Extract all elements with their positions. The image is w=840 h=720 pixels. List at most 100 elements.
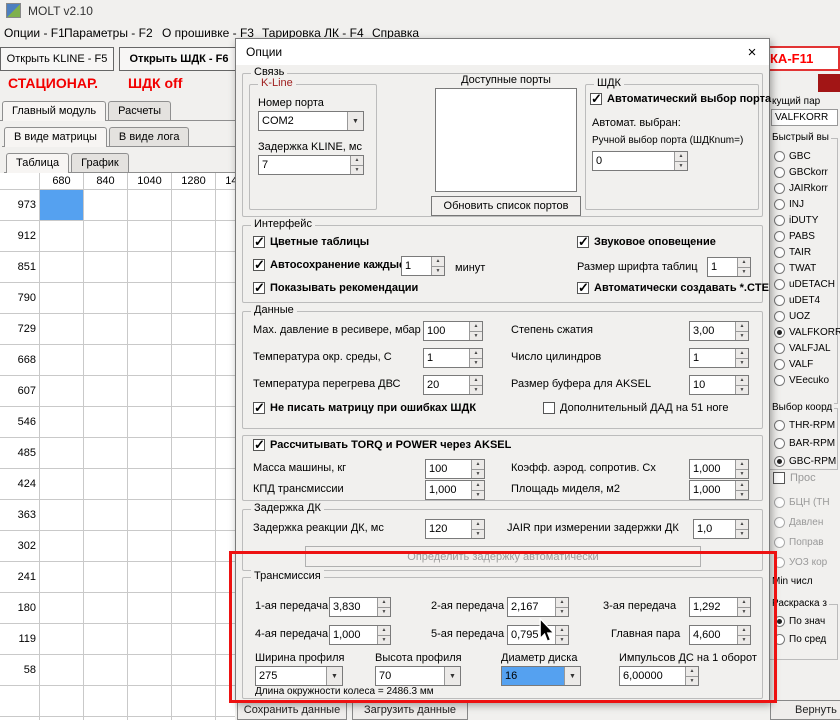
matrix-cell[interactable] [128, 438, 172, 469]
font-size-spinner[interactable]: 1 ▲ ▼ [707, 257, 751, 277]
matrix-cell[interactable] [84, 686, 128, 717]
spinner-arrows-icon[interactable]: ▲ ▼ [471, 481, 484, 499]
radio-option[interactable]: По сред [774, 630, 826, 648]
spinner-arrows-icon[interactable]: ▲ ▼ [431, 257, 444, 275]
radio-option[interactable]: Давлен [774, 512, 830, 532]
tab-table[interactable]: Таблица [6, 153, 70, 173]
matrix-cell[interactable] [172, 655, 216, 686]
tab-log-view[interactable]: В виде лога [108, 127, 190, 146]
matrix-cell[interactable] [40, 314, 84, 345]
matrix-cell[interactable] [172, 376, 216, 407]
matrix-cell[interactable] [128, 469, 172, 500]
radio-option[interactable]: УОЗ кор [774, 552, 830, 572]
spinner-arrows-icon[interactable]: ▲ ▼ [735, 349, 748, 367]
spinner-arrows-icon[interactable]: ▲ ▼ [674, 152, 687, 170]
matrix-cell[interactable] [172, 686, 216, 717]
refresh-ports-button[interactable]: Обновить список портов [431, 196, 581, 216]
torq-calc-checkbox[interactable]: Рассчитывать TORQ и POWER через AKSEL [253, 437, 511, 453]
radio-option[interactable]: TAIR [774, 244, 840, 260]
radio-option[interactable]: По знач [774, 612, 826, 630]
matrix-cell[interactable] [172, 593, 216, 624]
matrix-cell[interactable] [172, 469, 216, 500]
kline-delay-spinner[interactable]: 7 ▲ ▼ [258, 155, 364, 175]
spinner-arrows-icon[interactable]: ▲ ▼ [735, 460, 748, 478]
spinner-arrows-icon[interactable]: ▲ ▼ [735, 376, 748, 394]
matrix-cell[interactable] [128, 500, 172, 531]
radio-option[interactable]: uDETACH [774, 276, 840, 292]
matrix-cell[interactable] [40, 469, 84, 500]
spinner-arrows-icon[interactable]: ▲ ▼ [471, 460, 484, 478]
matrix-cell[interactable] [84, 655, 128, 686]
autosave-interval-spinner[interactable]: 1 ▲ ▼ [401, 256, 445, 276]
extra-dad-checkbox[interactable]: Дополнительный ДАД на 51 ноге [543, 402, 728, 414]
matrix-cell[interactable] [172, 438, 216, 469]
matrix-cell[interactable] [84, 624, 128, 655]
matrix-cell[interactable] [40, 531, 84, 562]
mass-spinner[interactable]: 100 ▲ ▼ [425, 459, 485, 479]
matrix-cell[interactable] [172, 562, 216, 593]
matrix-cell[interactable] [128, 221, 172, 252]
matrix-cell[interactable] [84, 376, 128, 407]
matrix-cell[interactable] [84, 407, 128, 438]
matrix-cell[interactable] [40, 500, 84, 531]
matrix-cell[interactable] [40, 376, 84, 407]
matrix-cell[interactable] [84, 469, 128, 500]
radio-option[interactable]: GBCkorr [774, 164, 840, 180]
tab-main-module[interactable]: Главный модуль [2, 101, 107, 121]
spinner-arrows-icon[interactable]: ▲ ▼ [735, 481, 748, 499]
radio-option[interactable]: VEecuko [774, 372, 840, 388]
matrix-cell[interactable] [40, 655, 84, 686]
spinner-arrows-icon[interactable]: ▲ ▼ [735, 322, 748, 340]
matrix-cell[interactable] [128, 190, 172, 221]
matrix-cell[interactable] [40, 345, 84, 376]
menu-options[interactable]: Опции - F1 [4, 26, 65, 40]
radio-option[interactable]: VALFJAL [774, 340, 840, 356]
matrix-cell[interactable] [172, 624, 216, 655]
radio-option[interactable]: INJ [774, 196, 840, 212]
matrix-cell[interactable] [84, 593, 128, 624]
cylinders-spinner[interactable]: 1 ▲ ▼ [689, 348, 749, 368]
aksel-buffer-spinner[interactable]: 10 ▲ ▼ [689, 375, 749, 395]
matrix-cell[interactable] [40, 283, 84, 314]
max-pressure-spinner[interactable]: 100 ▲ ▼ [423, 321, 483, 341]
auto-port-checkbox[interactable]: Автоматический выбор порта [590, 91, 771, 107]
ambient-temp-spinner[interactable]: 1 ▲ ▼ [423, 348, 483, 368]
matrix-cell[interactable] [172, 531, 216, 562]
menu-parameters[interactable]: Параметры - F2 [64, 26, 153, 40]
spinner-arrows-icon[interactable]: ▲ ▼ [471, 520, 484, 538]
matrix-cell[interactable] [172, 252, 216, 283]
matrix-cell[interactable] [40, 252, 84, 283]
matrix-cell[interactable] [40, 407, 84, 438]
radio-option[interactable]: iDUTY [774, 212, 840, 228]
spinner-arrows-icon[interactable]: ▲ ▼ [469, 322, 482, 340]
matrix-cell[interactable] [128, 686, 172, 717]
tab-graph[interactable]: График [71, 153, 129, 172]
matrix-cell[interactable] [128, 531, 172, 562]
matrix-cell[interactable] [128, 314, 172, 345]
shdk-f11-button[interactable]: КА-F11 [764, 46, 840, 71]
matrix-cell[interactable] [84, 500, 128, 531]
matrix-cell[interactable] [84, 531, 128, 562]
radio-option[interactable]: THR-RPM [774, 416, 836, 434]
sound-alert-checkbox[interactable]: Звуковое оповещение [577, 234, 716, 250]
restore-values-button[interactable]: Вернуть з [770, 700, 840, 720]
radio-option[interactable]: UOZ [774, 308, 840, 324]
matrix-cell[interactable] [128, 624, 172, 655]
matrix-cell[interactable] [172, 407, 216, 438]
overheat-temp-spinner[interactable]: 20 ▲ ▼ [423, 375, 483, 395]
spinner-arrows-icon[interactable]: ▲ ▼ [737, 258, 750, 276]
view-checkbox[interactable]: Прос [773, 472, 816, 484]
radio-option[interactable]: TWAT [774, 260, 840, 276]
matrix-cell[interactable] [40, 624, 84, 655]
efficiency-spinner[interactable]: 1,000 ▲ ▼ [425, 480, 485, 500]
matrix-cell[interactable] [84, 252, 128, 283]
matrix-cell[interactable] [128, 252, 172, 283]
matrix-cell[interactable] [172, 345, 216, 376]
skip-matrix-checkbox[interactable]: Не писать матрицу при ошибках ШДК [253, 400, 476, 416]
matrix-cell[interactable] [84, 562, 128, 593]
matrix-cell[interactable] [128, 407, 172, 438]
radio-option[interactable]: PABS [774, 228, 840, 244]
dialog-titlebar[interactable]: Опции [236, 39, 769, 65]
matrix-cell[interactable] [128, 345, 172, 376]
radio-option[interactable]: Поправ [774, 532, 830, 552]
